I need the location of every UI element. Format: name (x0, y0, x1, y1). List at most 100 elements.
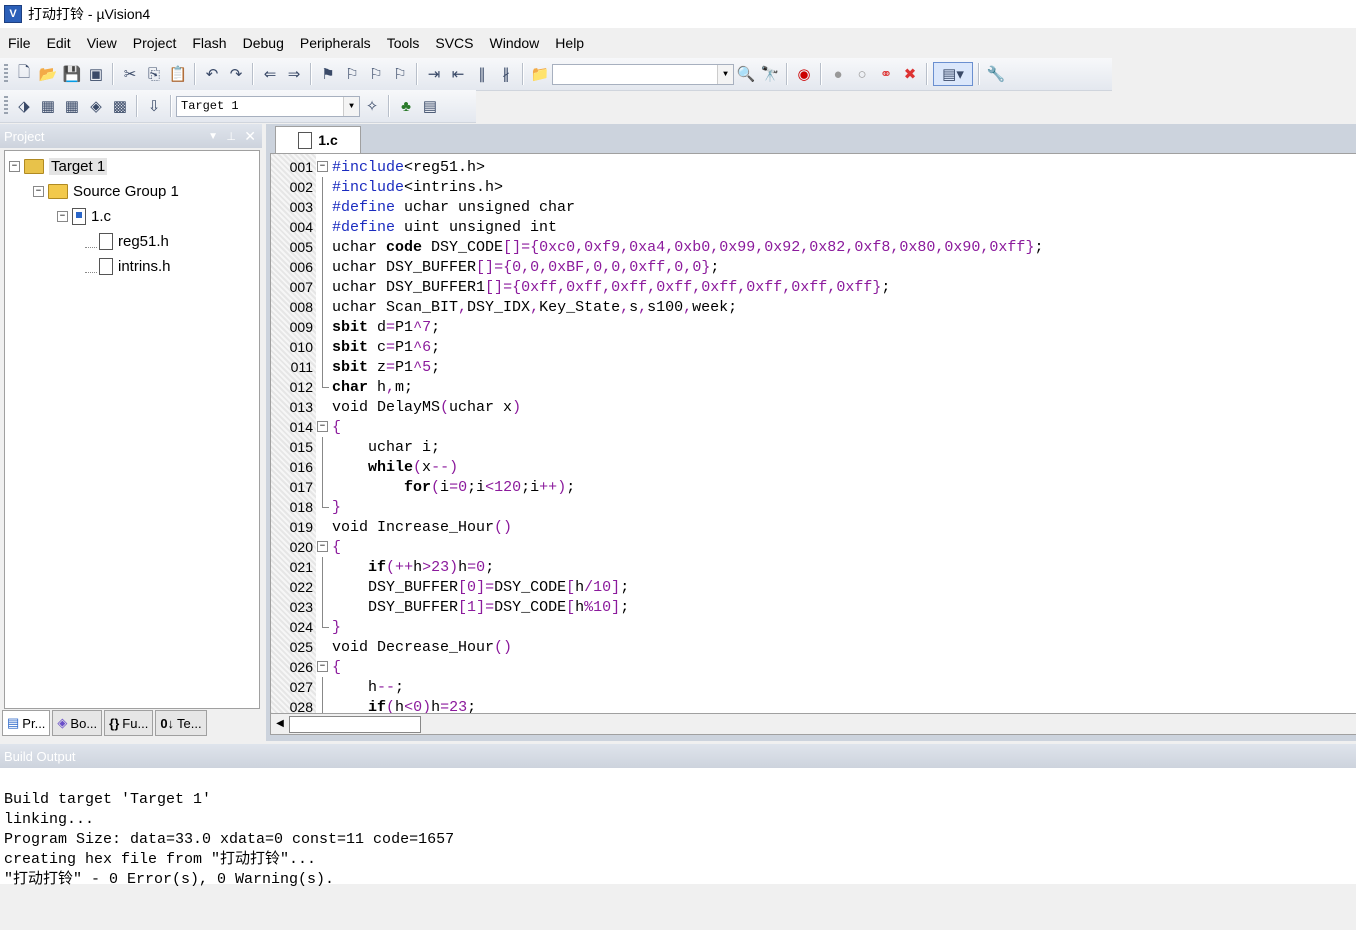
kill-breakpoints-icon[interactable]: ✖ (899, 63, 921, 85)
code-text[interactable]: #include<intrins.h> (330, 179, 503, 196)
save-icon[interactable]: 💾 (61, 63, 83, 85)
incremental-find-icon[interactable]: 🔭 (759, 63, 781, 85)
horizontal-scrollbar[interactable]: ◀ (270, 713, 1356, 735)
code-line[interactable]: 025 void Decrease_Hour() (271, 637, 512, 657)
code-line[interactable]: 019 void Increase_Hour() (271, 517, 512, 537)
code-text[interactable]: sbit c=P1^6; (330, 339, 440, 356)
code-text[interactable]: #define uchar unsigned char (330, 199, 575, 216)
find-in-files-icon[interactable]: 📁 (529, 63, 551, 85)
code-text[interactable]: uchar code DSY_CODE[]={0xc0,0xf9,0xa4,0x… (330, 239, 1043, 256)
menu-tools[interactable]: Tools (379, 28, 428, 58)
insert-breakpoint-icon[interactable]: ● (827, 63, 849, 85)
collapse-icon[interactable]: − (33, 185, 44, 197)
code-text[interactable]: { (330, 419, 341, 436)
tab-templates[interactable]: 0↓ Te... (155, 710, 207, 736)
code-line[interactable]: 006 uchar DSY_BUFFER[]={0,0,0xBF,0,0,0xff… (271, 257, 719, 277)
configure-icon[interactable]: 🔧 (985, 63, 1007, 85)
fold-marker[interactable]: − (316, 157, 330, 177)
menu-file[interactable]: File (0, 28, 39, 58)
code-line[interactable]: 020−{ (271, 537, 341, 557)
target-select[interactable]: Target 1 ▼ (176, 95, 360, 117)
tree-item-file[interactable]: − 1.c (57, 204, 111, 228)
code-text[interactable]: } (330, 499, 341, 516)
unindent-icon[interactable]: ⇤ (447, 63, 469, 85)
code-line[interactable]: 018} (271, 497, 341, 517)
bookmark-icon[interactable]: ⚑ (317, 63, 339, 85)
toolbar-grip[interactable] (4, 64, 8, 84)
clear-bookmarks-icon[interactable]: ⚐ (389, 63, 411, 85)
code-line[interactable]: 008 uchar Scan_BIT,DSY_IDX,Key_State,s,s1… (271, 297, 737, 317)
code-text[interactable]: void Increase_Hour() (330, 519, 512, 536)
collapse-icon[interactable]: − (9, 160, 20, 172)
code-line[interactable]: 013 void DelayMS(uchar x) (271, 397, 521, 417)
code-text[interactable]: uchar DSY_BUFFER1[]={0xff,0xff,0xff,0xff… (330, 279, 890, 296)
code-line[interactable]: 004 #define uint unsigned int (271, 217, 557, 237)
menu-project[interactable]: Project (125, 28, 185, 58)
code-text[interactable]: { (330, 539, 341, 556)
code-text[interactable]: char h,m; (330, 379, 413, 396)
nav-back-icon[interactable]: ⇐ (259, 63, 281, 85)
code-line[interactable]: 010 sbit c=P1^6; (271, 337, 440, 357)
tree-item-header[interactable]: intrins.h (85, 254, 171, 278)
target-options-icon[interactable]: ✧ (361, 95, 383, 117)
code-text[interactable]: sbit d=P1^7; (330, 319, 440, 336)
uncomment-icon[interactable]: ∦ (495, 63, 517, 85)
cut-icon[interactable]: ✂ (119, 63, 141, 85)
code-line[interactable]: 001− #include<reg51.h> (271, 157, 485, 177)
code-text[interactable]: sbit z=P1^5; (330, 359, 440, 376)
code-text[interactable]: uchar DSY_BUFFER[]={0,0,0xBF,0,0,0xff,0,… (330, 259, 719, 276)
menu-flash[interactable]: Flash (184, 28, 234, 58)
fold-marker[interactable]: − (316, 657, 330, 677)
save-all-icon[interactable]: ▣ (85, 63, 107, 85)
fold-marker[interactable]: − (316, 537, 330, 557)
panel-dropdown-icon[interactable]: ▼ (208, 131, 218, 142)
close-icon[interactable]: ✕ (244, 128, 256, 145)
code-text[interactable]: h--; (330, 679, 404, 696)
copy-icon[interactable]: ⎘ (143, 63, 165, 85)
code-text[interactable]: DSY_BUFFER[1]=DSY_CODE[h%10]; (330, 599, 629, 616)
menu-svcs[interactable]: SVCS (427, 28, 481, 58)
manage-components-icon[interactable]: ♣ (395, 95, 417, 117)
scroll-thumb[interactable] (289, 716, 421, 733)
code-text[interactable]: for(i=0;i<120;i++); (330, 479, 575, 496)
collapse-icon[interactable]: − (317, 541, 328, 552)
code-text[interactable]: DSY_BUFFER[0]=DSY_CODE[h/10]; (330, 579, 629, 596)
nav-forward-icon[interactable]: ⇒ (283, 63, 305, 85)
fold-marker[interactable]: − (316, 417, 330, 437)
open-folder-icon[interactable]: 📂 (37, 63, 59, 85)
menu-window[interactable]: Window (482, 28, 548, 58)
indent-icon[interactable]: ⇥ (423, 63, 445, 85)
code-text[interactable]: while(x--) (330, 459, 458, 476)
build-icon[interactable]: ▦ (37, 95, 59, 117)
tree-item-target[interactable]: − Target 1 (9, 154, 108, 178)
code-line[interactable]: 005 uchar code DSY_CODE[]={0xc0,0xf9,0xa4… (271, 237, 1043, 257)
code-text[interactable]: } (330, 619, 341, 636)
translate-icon[interactable]: ⬗ (13, 95, 35, 117)
debug-session-icon[interactable]: ◉ (793, 63, 815, 85)
code-line[interactable]: 012 char h,m; (271, 377, 413, 397)
window-layout-icon[interactable]: ▤▾ (933, 62, 973, 86)
menu-debug[interactable]: Debug (235, 28, 292, 58)
toolbar-grip[interactable] (4, 96, 8, 116)
tree-item-header[interactable]: reg51.h (85, 229, 169, 253)
prev-bookmark-icon[interactable]: ⚐ (341, 63, 363, 85)
collapse-icon[interactable]: − (317, 161, 328, 172)
multi-project-icon[interactable]: ▤ (419, 95, 441, 117)
menu-edit[interactable]: Edit (39, 28, 79, 58)
collapse-icon[interactable]: − (317, 661, 328, 672)
code-text[interactable]: void Decrease_Hour() (330, 639, 512, 656)
batch-build-icon[interactable]: ◈ (85, 95, 107, 117)
code-line[interactable]: 024} (271, 617, 341, 637)
code-text[interactable]: if(++h>23)h=0; (330, 559, 494, 576)
code-line[interactable]: 015 uchar i; (271, 437, 440, 457)
next-bookmark-icon[interactable]: ⚐ (365, 63, 387, 85)
tab-project[interactable]: ▤ Pr... (2, 710, 51, 736)
code-line[interactable]: 023 DSY_BUFFER[1]=DSY_CODE[h%10]; (271, 597, 629, 617)
undo-icon[interactable]: ↶ (201, 63, 223, 85)
code-line[interactable]: 009 sbit d=P1^7; (271, 317, 440, 337)
download-icon[interactable]: ⇩ (143, 95, 165, 117)
code-line[interactable]: 022 DSY_BUFFER[0]=DSY_CODE[h/10]; (271, 577, 629, 597)
menu-help[interactable]: Help (547, 28, 592, 58)
code-line[interactable]: 021 if(++h>23)h=0; (271, 557, 494, 577)
scroll-left-icon[interactable]: ◀ (273, 716, 287, 731)
